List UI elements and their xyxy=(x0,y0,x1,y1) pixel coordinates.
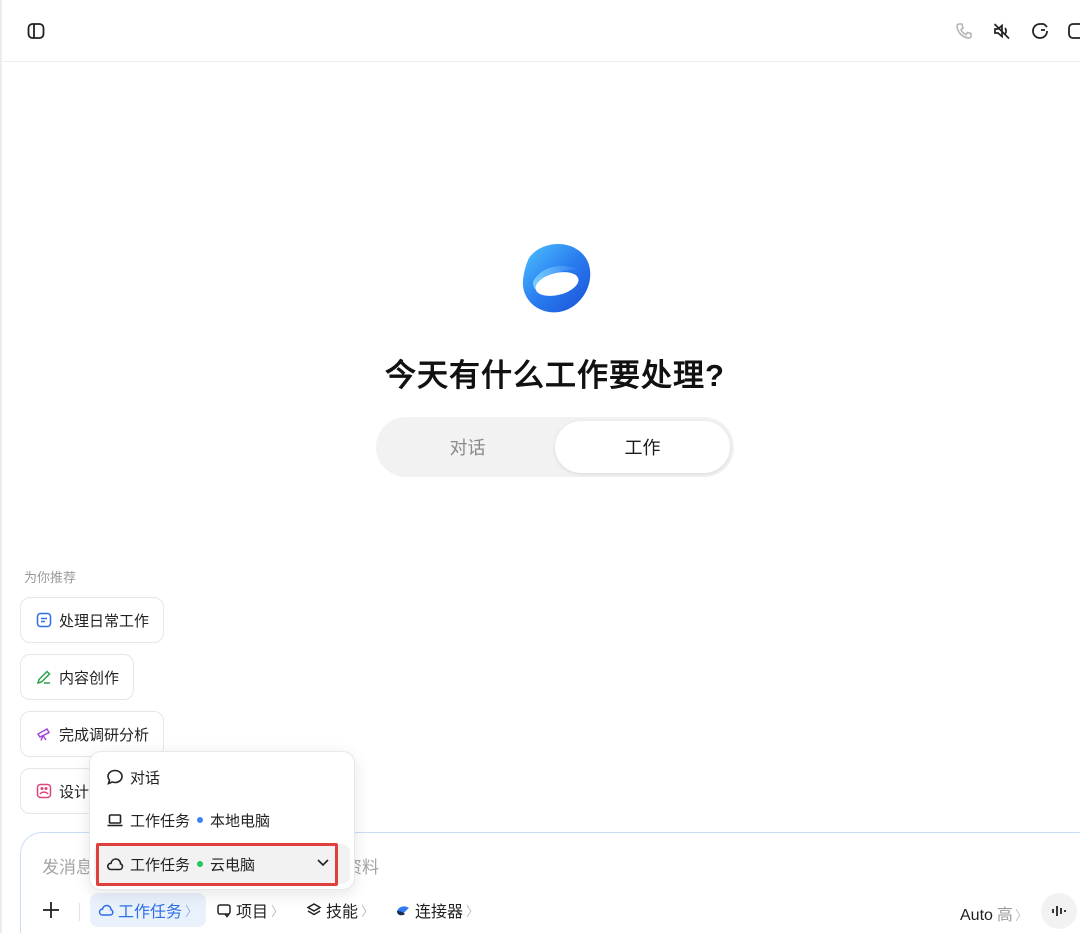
mode-switch: 对话 工作 xyxy=(376,417,734,477)
project-icon xyxy=(217,904,231,918)
window-edge xyxy=(0,0,2,933)
add-attachment-button[interactable] xyxy=(38,897,64,923)
dropdown-item-local-task[interactable]: 工作任务 本地电脑 xyxy=(94,800,350,840)
check-icon xyxy=(317,859,329,867)
daily-work-icon xyxy=(35,611,53,629)
chevron-right-icon: 〉 xyxy=(271,903,285,919)
dropdown-item-label: 对话 xyxy=(130,769,161,787)
waveform-icon xyxy=(1052,906,1066,916)
laptop-icon xyxy=(107,814,123,827)
connector-icon xyxy=(397,906,409,916)
rec-chip-content[interactable]: 内容创作 xyxy=(20,654,135,700)
connectors-label: 连接器 xyxy=(415,904,464,921)
connectors-button[interactable]: 连接器 〉 xyxy=(387,893,487,927)
chevron-right-icon: 〉 xyxy=(185,903,199,919)
task-mode-label: 工作任务 xyxy=(118,904,183,921)
mode-work-tab[interactable]: 工作 xyxy=(555,421,730,473)
dropdown-item-tag: 本地电脑 xyxy=(210,812,271,830)
app-logo xyxy=(519,238,593,314)
chat-bubble-icon xyxy=(107,769,123,785)
composer-toolbar: 工作任务 〉 项目 〉 技能 〉 连接器 〉 Auto 高〉 xyxy=(0,893,1080,929)
sidebar-toggle-icon[interactable] xyxy=(24,19,48,43)
chevron-right-icon: 〉 xyxy=(361,903,375,919)
task-mode-button[interactable]: 工作任务 〉 xyxy=(90,893,207,927)
telescope-icon xyxy=(35,725,53,743)
recommendations-title: 为你推荐 xyxy=(24,570,77,585)
project-label: 项目 xyxy=(236,904,269,921)
rec-chip-label: 设计 xyxy=(59,783,90,801)
dropdown-item-tag: 云电脑 xyxy=(210,856,256,874)
phone-icon[interactable] xyxy=(952,19,976,43)
layers-icon xyxy=(306,903,322,916)
rec-chip-label: 完成调研分析 xyxy=(59,726,150,744)
voice-input-button[interactable] xyxy=(1041,893,1077,929)
skills-label: 技能 xyxy=(326,904,359,921)
mode-dropdown-menu: 对话 工作任务 本地电脑 工作任务 云电脑 xyxy=(89,751,355,890)
image-icon xyxy=(35,782,53,800)
cloud-icon xyxy=(98,904,114,916)
mode-chat-tab[interactable]: 对话 xyxy=(380,421,555,473)
plus-icon xyxy=(43,902,59,918)
new-chat-icon[interactable] xyxy=(1028,19,1052,43)
dropdown-item-label: 工作任务 xyxy=(130,856,191,874)
model-selector[interactable]: Auto 高〉 xyxy=(960,901,1028,925)
toolbar-divider xyxy=(79,903,80,921)
dropdown-item-chat[interactable]: 对话 xyxy=(94,757,350,797)
rec-chip-label: 内容创作 xyxy=(59,669,120,687)
level-label: 高 xyxy=(996,907,1013,924)
status-dot xyxy=(197,861,204,867)
dropdown-item-label: 工作任务 xyxy=(130,812,191,830)
pen-icon xyxy=(35,668,53,686)
panel-icon[interactable] xyxy=(1064,19,1080,43)
chevron-right-icon: 〉 xyxy=(1014,908,1028,923)
model-label: Auto xyxy=(960,907,993,924)
dropdown-item-cloud-task[interactable]: 工作任务 云电脑 xyxy=(94,844,350,884)
chevron-right-icon: 〉 xyxy=(466,903,480,919)
message-input-placeholder[interactable]: 发消息 xyxy=(42,853,93,878)
skills-button[interactable]: 技能 〉 xyxy=(298,893,382,927)
project-button[interactable]: 项目 〉 xyxy=(208,893,292,927)
rec-chip-daily-work[interactable]: 处理日常工作 xyxy=(20,597,165,643)
mute-icon[interactable] xyxy=(990,19,1014,43)
cloud-icon xyxy=(106,858,124,871)
top-bar xyxy=(2,0,1080,62)
page-headline: 今天有什么工作要处理? xyxy=(385,358,725,393)
rec-chip-label: 处理日常工作 xyxy=(59,612,150,630)
status-dot xyxy=(197,817,204,823)
